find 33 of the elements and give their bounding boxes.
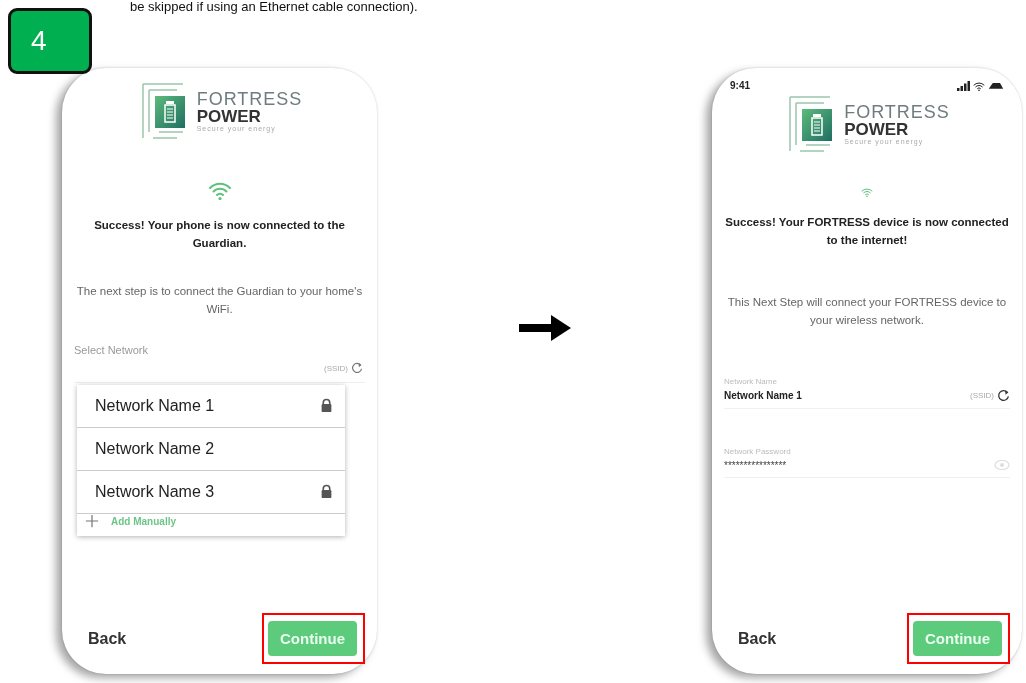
wifi-icon [973,80,985,91]
wifi-icon [207,180,232,200]
refresh-icon [351,362,363,374]
network-name-field[interactable]: Network Name 1 (SSID) [724,386,1010,409]
wifi-icon [861,187,873,197]
instruction-text: be skipped if using an Ethernet cable connection). [129,0,419,14]
success-message: Success! Your FORTRESS device is now connected to the internet! [724,215,1010,248]
back-link[interactable]: Back [88,629,127,648]
arrow-icon [518,315,571,341]
ssid-hint: (SSID) [970,391,994,400]
network-option[interactable]: Network Name 2 [77,428,345,471]
brand-name: FORTRESS [844,103,950,121]
brand-name: POWER [196,108,262,125]
signal-icon [957,80,970,91]
field-label: Network Password [724,447,792,456]
back-link[interactable]: Back [738,629,777,648]
brand-name: FORTRESS [196,90,303,108]
instruction-text: This Next Step will connect your FORTRESS device to your wireless network. [726,295,1008,328]
network-option[interactable]: Network Name 3 [77,471,345,514]
brand-name: POWER [844,121,910,138]
network-option[interactable]: Network Name 1 [77,385,345,428]
success-message: Success! Your phone is now connected to the Guardian. [93,218,346,251]
step-badge: 4 [8,8,92,74]
instruction-text: The next step is to connect the Guardian to your home's WiFi. [75,284,364,317]
plus-icon [85,514,99,528]
password-field[interactable]: **************** [724,456,1010,478]
status-time: 9:41 [730,80,750,91]
field-label: Select Network [74,344,149,356]
refresh-icon [997,389,1010,402]
eye-icon [994,459,1010,471]
field-label: Network Name [724,377,778,386]
battery-icon [988,81,1004,90]
ssid-hint: (SSID) [324,363,348,373]
